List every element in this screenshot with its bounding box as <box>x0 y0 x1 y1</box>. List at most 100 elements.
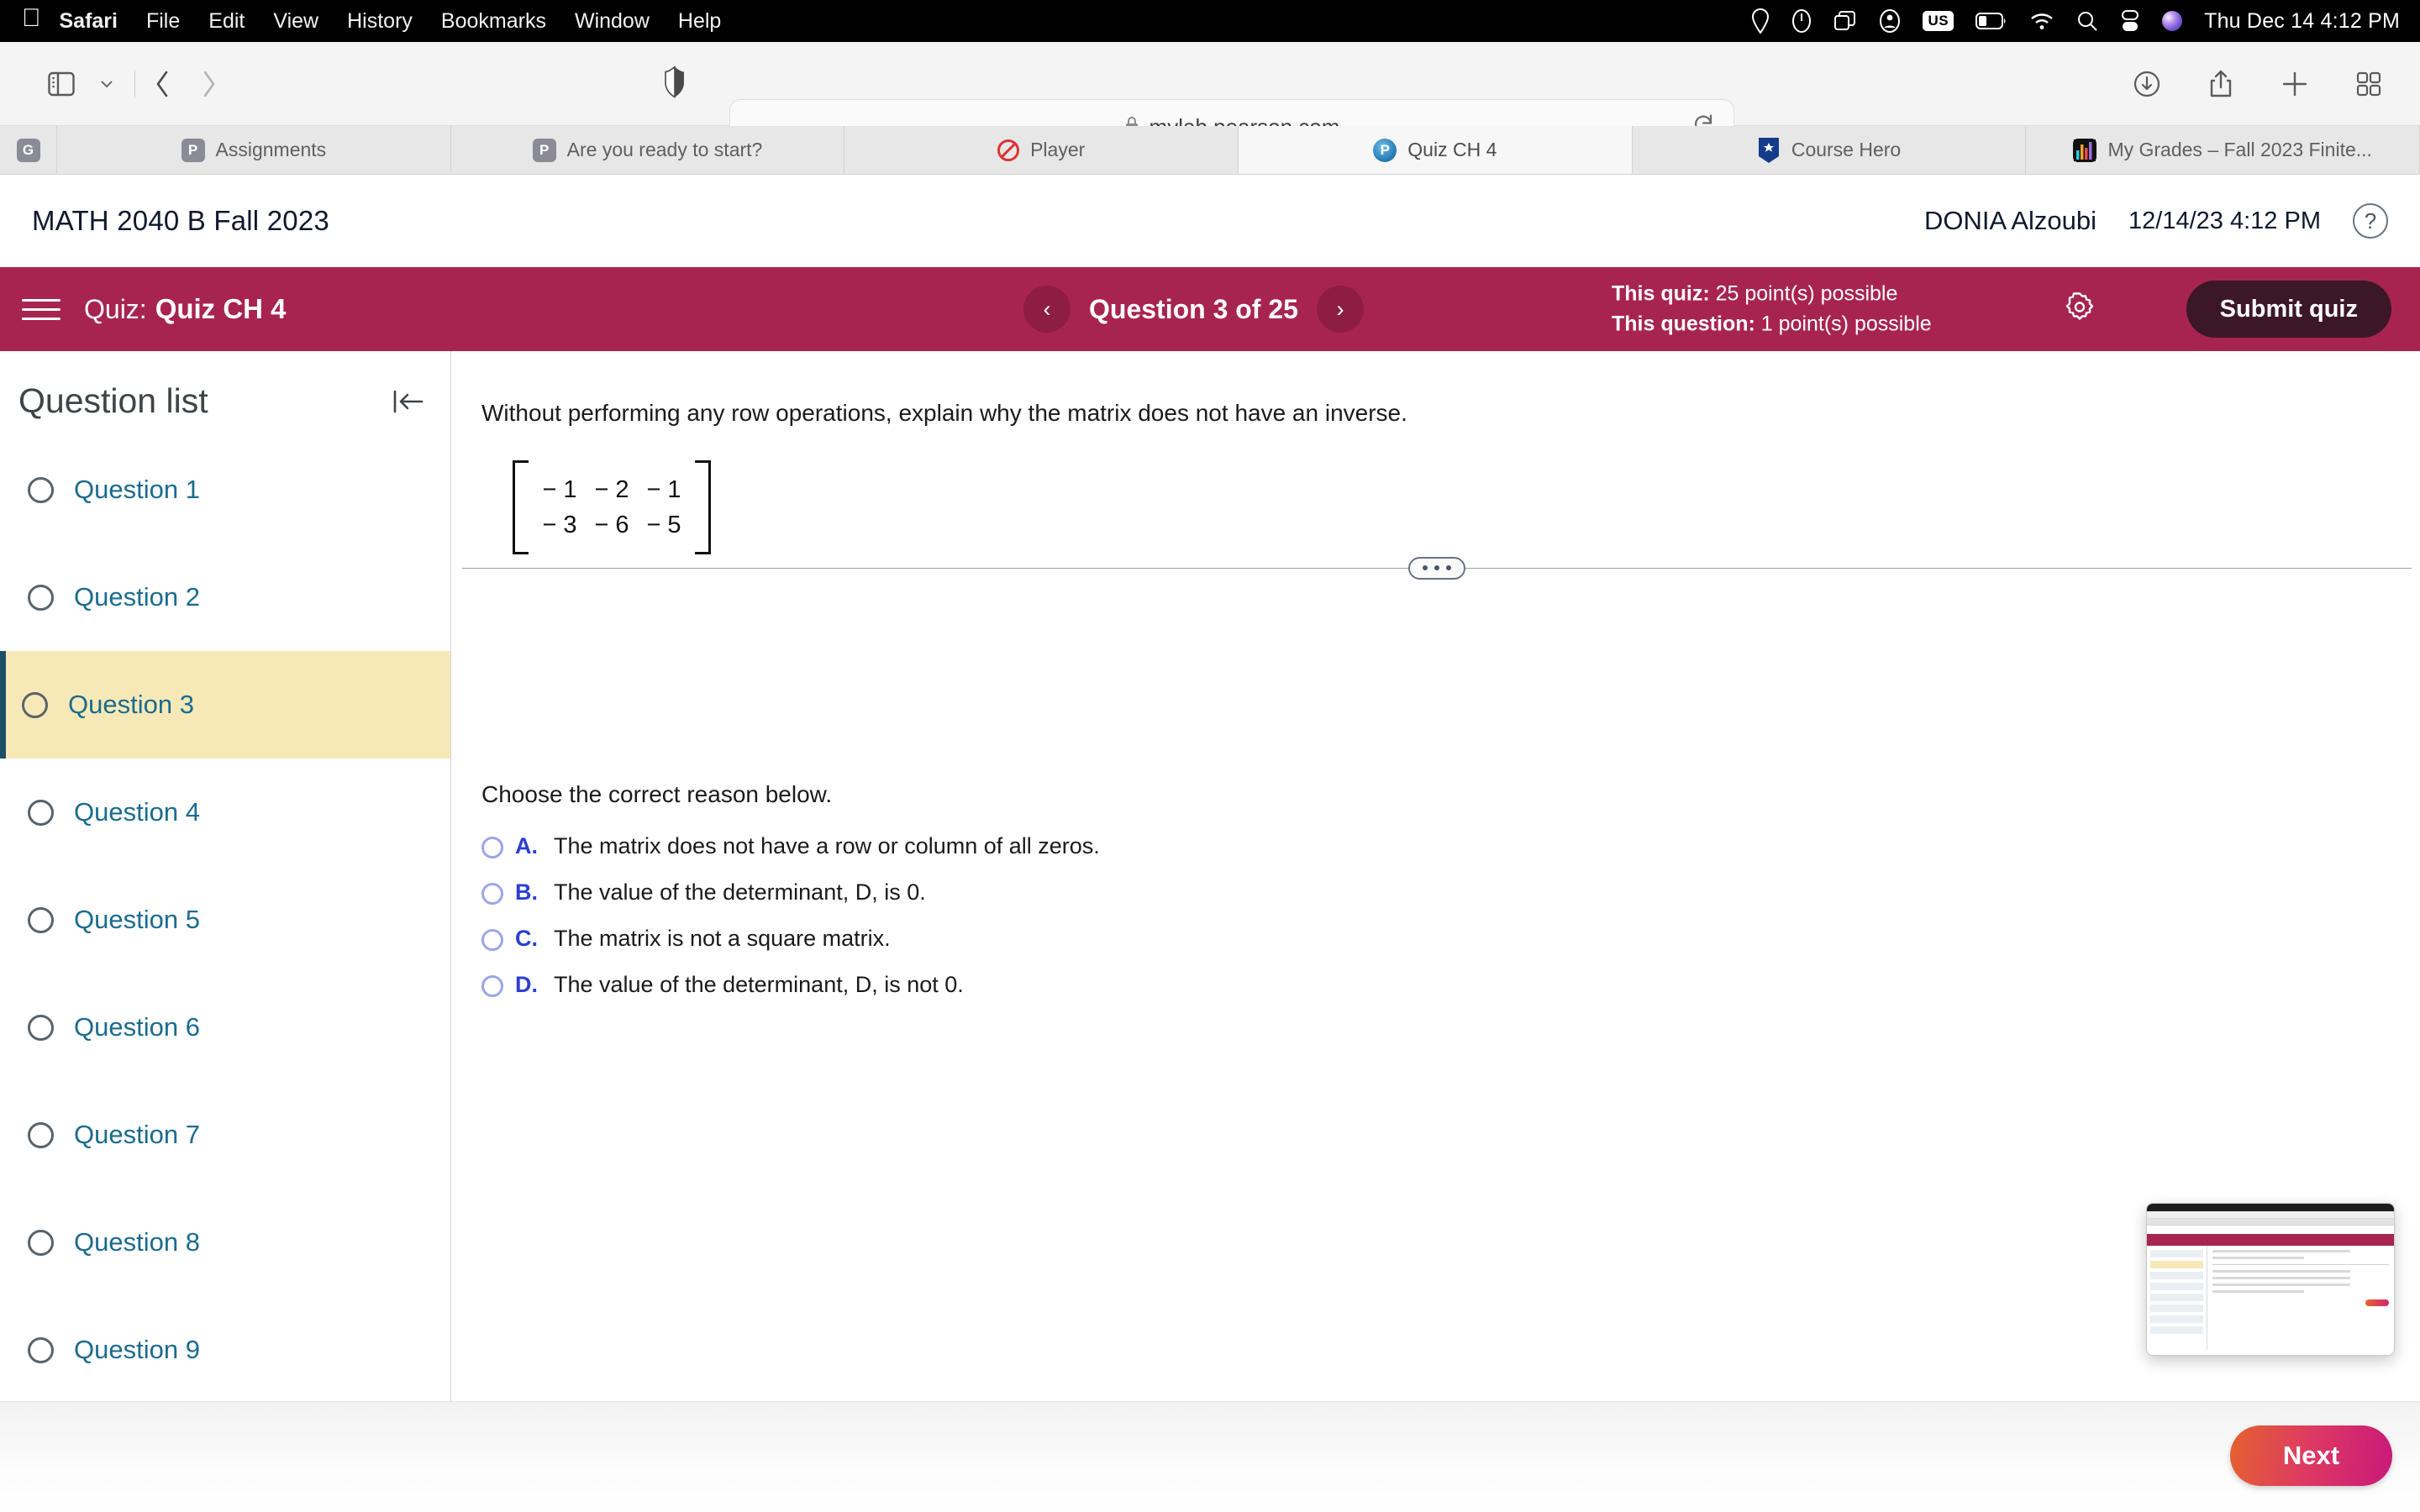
browser-tab-assignments[interactable]: P Assignments <box>57 126 451 174</box>
control-center-icon[interactable] <box>2120 9 2140 33</box>
browser-tab-grammarly[interactable]: G <box>0 126 57 174</box>
location-icon[interactable] <box>1751 8 1770 34</box>
user-name: DONIA Alzoubi <box>1924 206 2097 235</box>
quiz-footer: Next <box>0 1401 2420 1512</box>
keyboard-input-icon[interactable]: US <box>1923 11 1954 31</box>
sidebar-item-question-1[interactable]: Question 1 <box>0 436 450 543</box>
downloads-icon[interactable] <box>2124 61 2170 107</box>
wifi-icon[interactable] <box>2029 11 2054 31</box>
pip-sidebar-row <box>2150 1250 2203 1257</box>
browser-tab-quiz-ch-4[interactable]: P Quiz CH 4 <box>1239 126 1633 174</box>
status-circle-icon <box>28 1229 54 1256</box>
radio-button-icon[interactable] <box>481 883 503 905</box>
search-icon[interactable] <box>2076 10 2098 32</box>
sidebar-item-question-6[interactable]: Question 6 <box>0 974 450 1081</box>
browser-tab-player[interactable]: Player <box>844 126 1239 174</box>
quiz-name: Quiz CH 4 <box>155 293 287 324</box>
browser-tab-are-you-ready-to-start[interactable]: P Are you ready to start? <box>451 126 845 174</box>
matrix-cell: − 6 <box>594 512 629 539</box>
sidebar-item-label: Question 4 <box>74 797 200 827</box>
sidebar-item-question-4[interactable]: Question 4 <box>0 759 450 866</box>
status-circle-icon <box>22 691 48 718</box>
radio-button-icon[interactable] <box>481 975 503 997</box>
siri-icon[interactable] <box>2162 11 2183 31</box>
radio-button-icon[interactable] <box>481 929 503 951</box>
pip-text-line <box>2212 1270 2350 1273</box>
gear-icon[interactable] <box>2063 291 2096 328</box>
status-circle-icon <box>28 906 54 933</box>
tab-overview-icon[interactable] <box>2346 61 2391 107</box>
sidebar-item-question-9[interactable]: Question 9 <box>0 1296 450 1401</box>
pip-sidebar-row <box>2150 1326 2203 1334</box>
new-tab-icon[interactable] <box>2272 61 2317 107</box>
sidebar-item-question-7[interactable]: Question 7 <box>0 1081 450 1189</box>
toolbar-left-group <box>39 61 231 107</box>
back-icon[interactable] <box>140 61 186 107</box>
menu-item-file[interactable]: File <box>146 9 180 34</box>
pip-course-header <box>2147 1226 2394 1234</box>
pip-tab-bar <box>2147 1219 2394 1226</box>
points-summary: This quiz: 25 point(s) possible This que… <box>1612 280 1932 339</box>
answer-option-b[interactable]: B. The value of the determinant, D, is 0… <box>481 879 1100 906</box>
pearson-globe-icon: P <box>1373 138 1397 162</box>
menu-item-bookmarks[interactable]: Bookmarks <box>441 9 546 34</box>
quiz-content-area: Question list Question 1 Question 2 Ques… <box>0 351 2420 1401</box>
chevron-down-icon[interactable] <box>84 61 129 107</box>
matrix-cell: − 1 <box>646 476 681 503</box>
matrix-cell: − 5 <box>646 512 681 539</box>
toolbar-right-group <box>2124 42 2391 126</box>
menu-item-window[interactable]: Window <box>575 9 650 34</box>
browser-tab-label: Player <box>1030 139 1086 160</box>
menu-item-safari[interactable]: Safari <box>60 9 118 34</box>
sidebar-item-question-8[interactable]: Question 8 <box>0 1189 450 1296</box>
submit-quiz-button[interactable]: Submit quiz <box>2186 281 2391 338</box>
chevron-left-icon[interactable]: ‹ <box>1023 286 1071 333</box>
question-mark-icon[interactable]: ? <box>2353 203 2388 239</box>
browser-tab-label: Assignments <box>215 139 327 160</box>
screen-mirroring-icon[interactable] <box>1833 10 1857 32</box>
menu-item-view[interactable]: View <box>273 9 318 34</box>
apple-icon[interactable]:  <box>22 6 41 31</box>
next-button[interactable]: Next <box>2230 1425 2392 1486</box>
pip-quiz-bar <box>2147 1234 2394 1246</box>
browser-tab-my-grades[interactable]: My Grades – Fall 2023 Finite... <box>2026 126 2420 174</box>
share-icon[interactable] <box>2198 61 2244 107</box>
answer-option-d[interactable]: D. The value of the determinant, D, is n… <box>481 972 1100 998</box>
picture-in-picture-preview[interactable] <box>2146 1203 2395 1356</box>
pearson-icon: P <box>181 138 205 162</box>
pip-sidebar-row <box>2150 1294 2203 1301</box>
sidebar-item-question-5[interactable]: Question 5 <box>0 866 450 974</box>
pip-text-line <box>2212 1257 2305 1259</box>
pip-menu-bar <box>2147 1204 2394 1211</box>
clock-icon[interactable] <box>1791 8 1812 34</box>
collapse-left-icon[interactable] <box>392 388 425 415</box>
sidebar-icon[interactable] <box>39 61 84 107</box>
user-account-icon[interactable] <box>1879 8 1901 34</box>
browser-tab-course-hero[interactable]: Course Hero <box>1633 126 2027 174</box>
resize-divider[interactable] <box>452 553 2420 583</box>
sidebar-item-question-3[interactable]: Question 3 <box>0 651 450 759</box>
question-stem: Without performing any row operations, e… <box>481 400 1407 426</box>
pip-sidebar-row <box>2150 1283 2203 1290</box>
forward-icon[interactable] <box>186 61 231 107</box>
pip-text-line <box>2212 1284 2350 1286</box>
option-text: The matrix is not a square matrix. <box>554 926 891 951</box>
hamburger-menu-icon[interactable] <box>22 292 60 327</box>
pip-toolbar <box>2147 1211 2394 1219</box>
sidebar-item-question-2[interactable]: Question 2 <box>0 543 450 651</box>
answer-option-c[interactable]: C. The matrix is not a square matrix. <box>481 926 1100 952</box>
answer-option-a[interactable]: A. The matrix does not have a row or col… <box>481 833 1100 859</box>
menu-item-help[interactable]: Help <box>678 9 721 34</box>
chevron-right-icon[interactable]: › <box>1316 286 1364 333</box>
menu-item-edit[interactable]: Edit <box>208 9 245 34</box>
menu-bar-clock[interactable]: Thu Dec 14 4:12 PM <box>2204 9 2400 34</box>
option-letter: C. <box>515 926 538 951</box>
sidebar-item-label: Question 2 <box>74 582 200 612</box>
radio-button-icon[interactable] <box>481 837 503 858</box>
drag-handle-dots-icon[interactable] <box>1408 556 1465 580</box>
battery-icon[interactable] <box>1975 12 2007 30</box>
shield-icon[interactable] <box>664 65 686 102</box>
answer-prompt: Choose the correct reason below. <box>481 781 833 807</box>
menu-item-history[interactable]: History <box>347 9 413 34</box>
option-letter: D. <box>515 972 538 997</box>
